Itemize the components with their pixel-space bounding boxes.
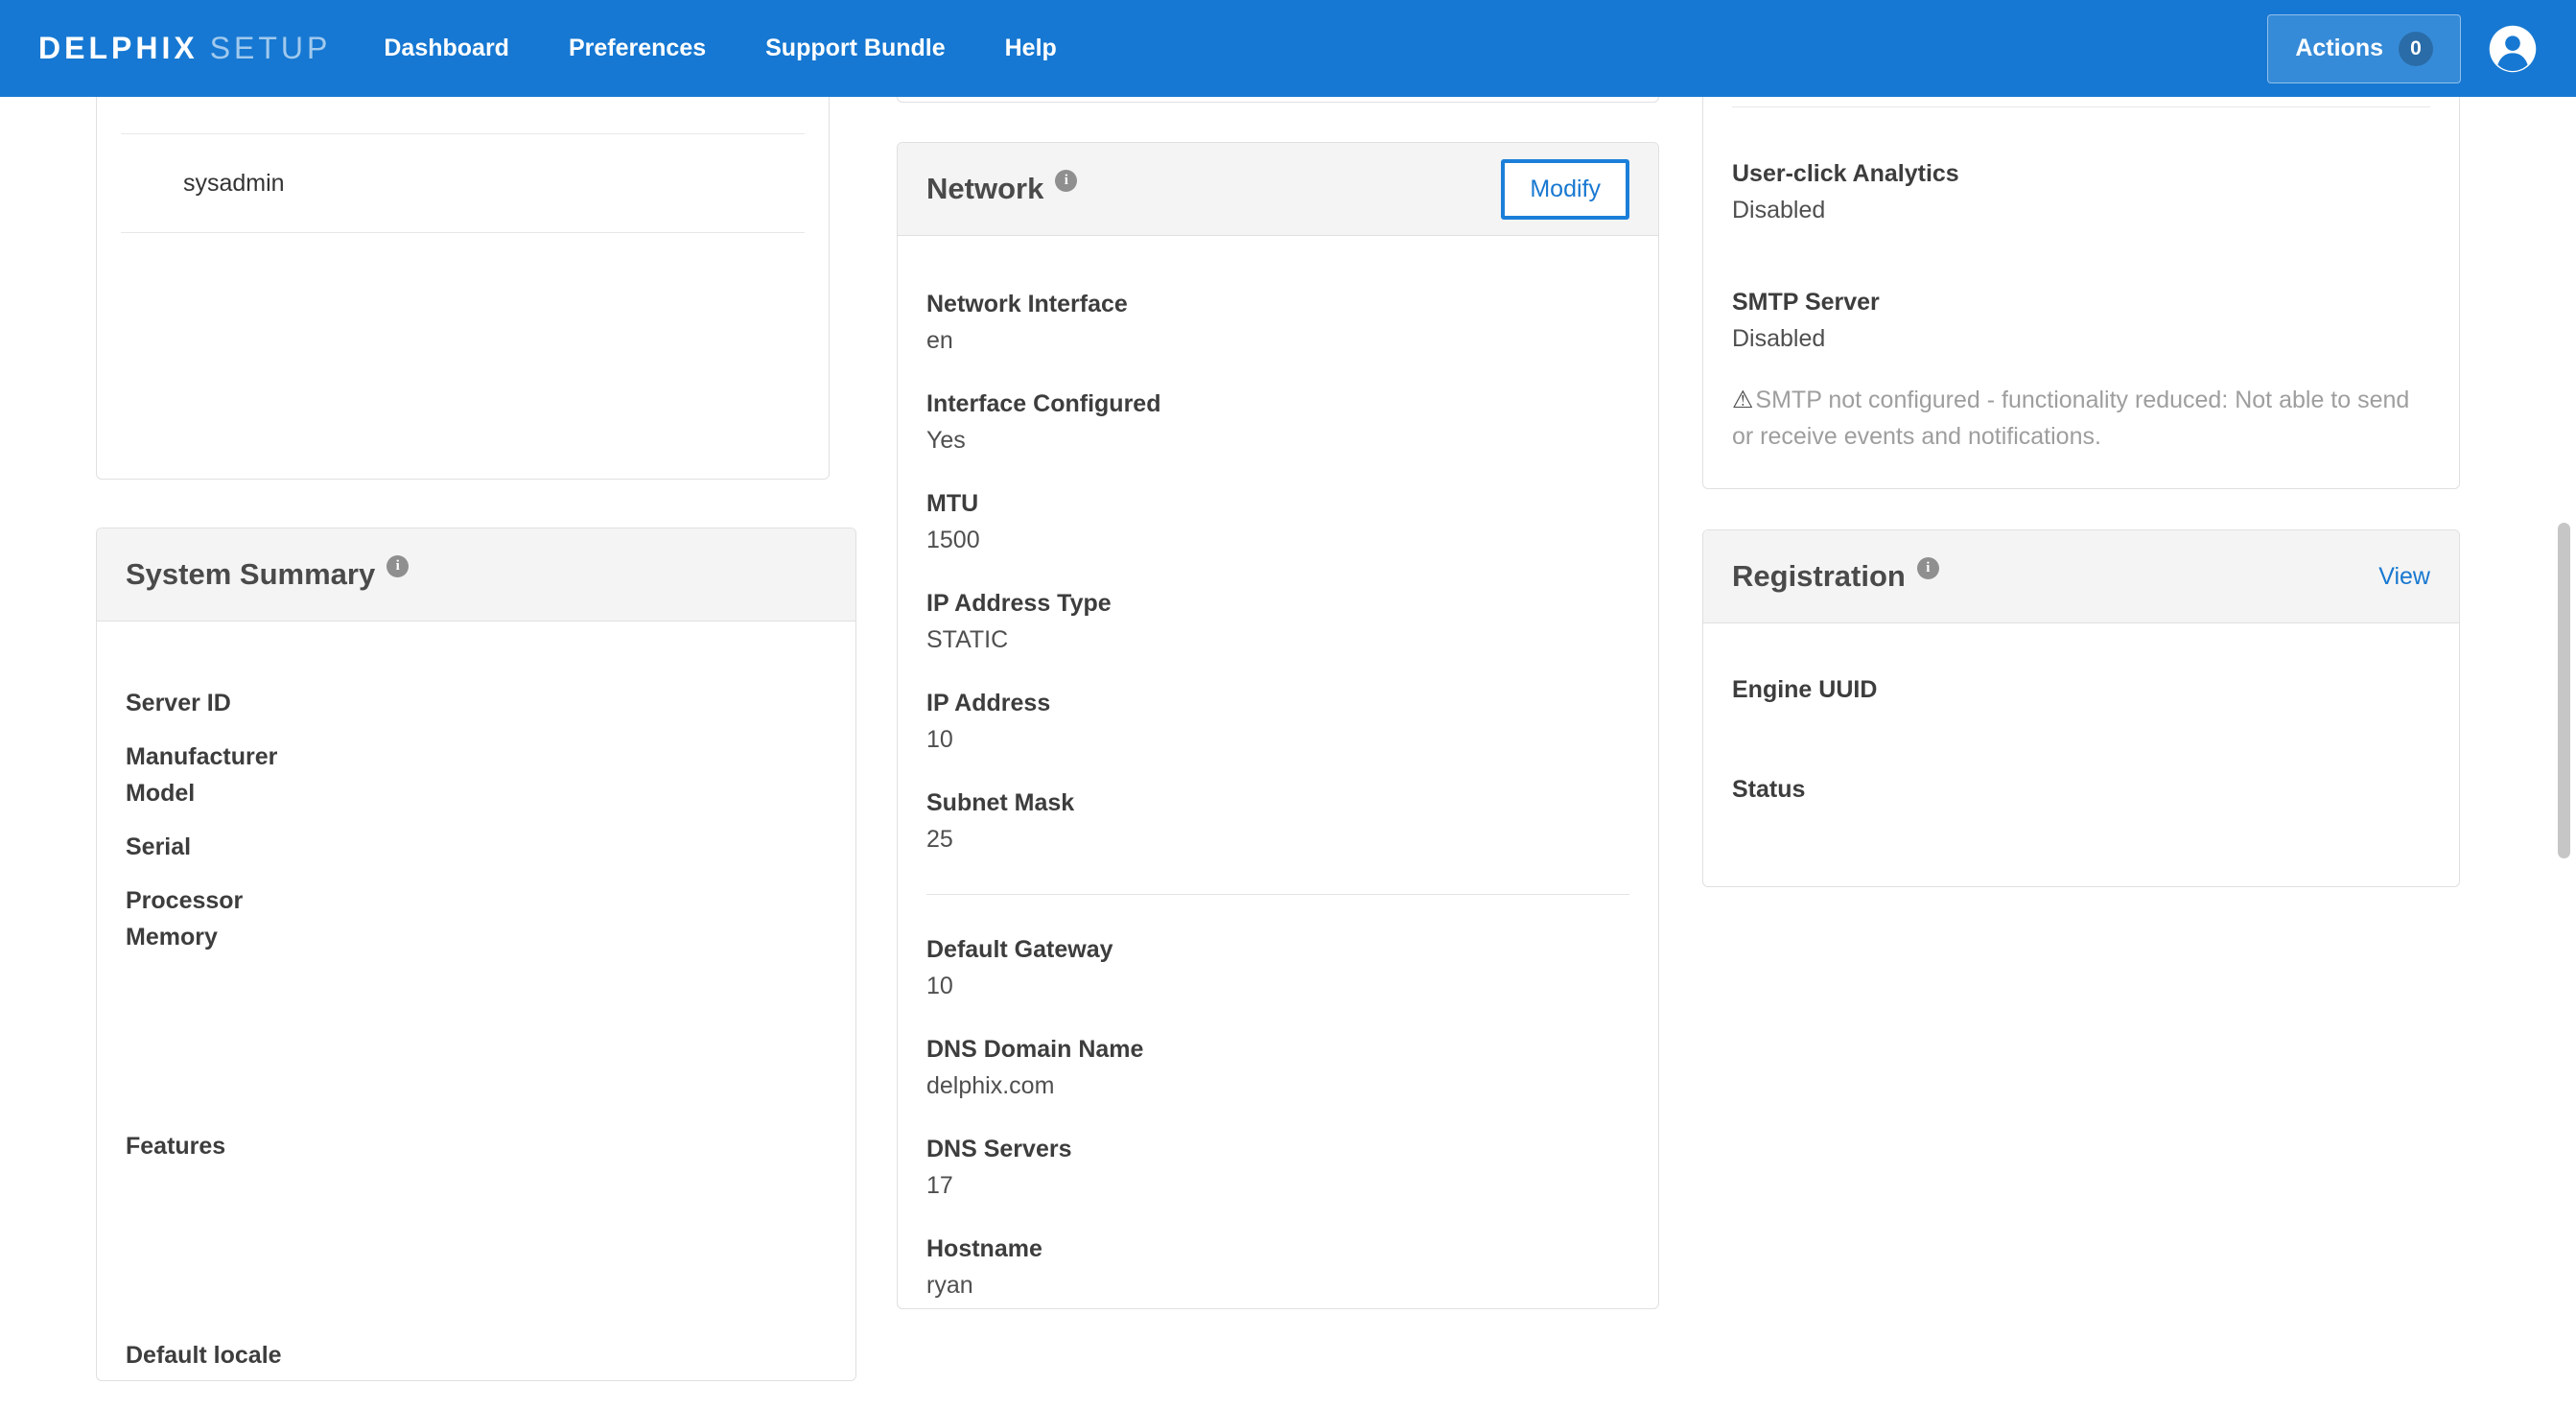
field-value: Yes xyxy=(926,422,1629,458)
field-label: Model xyxy=(126,775,827,811)
field-mtu: MTU 1500 xyxy=(926,485,1629,558)
system-summary-body: Server ID Manufacturer Model Serial Proc… xyxy=(97,622,855,1373)
network-card: Network i Modify Network Interface en In… xyxy=(897,142,1659,1309)
field-label: Interface Configured xyxy=(926,386,1629,422)
warning-icon: ⚠ xyxy=(1732,387,1753,413)
smtp-warning-message: SMTP not configured - functionality redu… xyxy=(1732,387,2409,450)
nav-item-support-bundle[interactable]: Support Bundle xyxy=(765,35,945,62)
network-title: Network i xyxy=(926,172,1077,206)
field-value: 10 xyxy=(926,968,1629,1004)
field-server-id: Server ID xyxy=(126,685,827,721)
nav-item-help[interactable]: Help xyxy=(1005,35,1057,62)
network-header: Network i Modify xyxy=(898,143,1658,236)
vertical-scrollbar[interactable] xyxy=(2558,523,2570,858)
smtp-warning-text: ⚠SMTP not configured - functionality red… xyxy=(1732,382,2430,455)
list-item-sysadmin[interactable]: sysadmin xyxy=(121,134,805,233)
field-interface-configured: Interface Configured Yes xyxy=(926,386,1629,458)
field-value: Disabled xyxy=(1732,192,2430,228)
field-label: Subnet Mask xyxy=(926,785,1629,821)
info-icon[interactable]: i xyxy=(1917,557,1939,579)
info-icon[interactable]: i xyxy=(1055,170,1077,192)
field-label: Server ID xyxy=(126,685,827,721)
field-label: Serial xyxy=(126,829,827,865)
brand-secondary: SETUP xyxy=(210,31,332,66)
field-label: Features xyxy=(126,1128,827,1164)
registration-card: Registration i View Engine UUID Status xyxy=(1702,529,2460,887)
field-serial: Serial xyxy=(126,829,827,865)
user-avatar-icon[interactable] xyxy=(2488,24,2538,74)
field-value: 17 xyxy=(926,1167,1629,1204)
field-label: IP Address xyxy=(926,685,1629,721)
field-label: Default locale xyxy=(126,1337,827,1373)
field-label: Network Interface xyxy=(926,286,1629,322)
actions-button-label: Actions xyxy=(2295,35,2383,62)
field-label: Manufacturer xyxy=(126,739,827,775)
field-value: en xyxy=(926,322,1629,359)
field-ip-address-type: IP Address Type STATIC xyxy=(926,585,1629,658)
modify-button[interactable]: Modify xyxy=(1501,159,1629,220)
field-value: 1500 xyxy=(926,522,1629,558)
nav-item-dashboard[interactable]: Dashboard xyxy=(384,35,509,62)
nav-item-preferences[interactable]: Preferences xyxy=(569,35,706,62)
field-label: User-click Analytics xyxy=(1732,155,2430,192)
system-summary-title-text: System Summary xyxy=(126,557,375,592)
field-default-locale: Default locale xyxy=(126,1337,827,1373)
system-summary-header: System Summary i xyxy=(97,528,855,622)
field-status: Status xyxy=(1732,771,2430,808)
page: DELPHIX SETUP Dashboard Preferences Supp… xyxy=(0,0,2576,1408)
info-icon[interactable]: i xyxy=(386,555,409,577)
field-default-gateway: Default Gateway 10 xyxy=(926,931,1629,1004)
field-value: Disabled xyxy=(1732,320,2430,357)
registration-title: Registration i xyxy=(1732,559,1939,594)
field-manufacturer: Manufacturer xyxy=(126,739,827,775)
field-ip-address: IP Address 10 xyxy=(926,685,1629,758)
field-memory: Memory xyxy=(126,919,827,955)
field-label: DNS Domain Name xyxy=(926,1031,1629,1068)
field-value: delphix.com xyxy=(926,1068,1629,1104)
navbar-right: Actions 0 xyxy=(2267,14,2538,83)
field-dns-servers: DNS Servers 17 xyxy=(926,1131,1629,1204)
field-label: MTU xyxy=(926,485,1629,522)
system-summary-card: System Summary i Server ID Manufacturer … xyxy=(96,528,856,1381)
field-value: 25 xyxy=(926,821,1629,857)
field-label: IP Address Type xyxy=(926,585,1629,622)
nav-menu: Dashboard Preferences Support Bundle Hel… xyxy=(384,35,1056,62)
field-label: Processor xyxy=(126,882,827,919)
divider xyxy=(926,894,1629,895)
field-label: Status xyxy=(1732,771,2430,808)
field-smtp-server: SMTP Server Disabled xyxy=(1732,284,2430,357)
actions-button[interactable]: Actions 0 xyxy=(2267,14,2461,83)
network-body: Network Interface en Interface Configure… xyxy=(898,236,1658,1303)
registration-header: Registration i View xyxy=(1703,530,2459,623)
field-value: STATIC xyxy=(926,622,1629,658)
brand-primary: DELPHIX xyxy=(38,31,199,66)
field-label: SMTP Server xyxy=(1732,284,2430,320)
brand-logo: DELPHIX SETUP xyxy=(38,31,331,66)
field-label: Engine UUID xyxy=(1732,671,2430,708)
registration-body: Engine UUID Status xyxy=(1703,623,2459,808)
system-summary-title: System Summary i xyxy=(126,557,409,592)
field-label: Memory xyxy=(126,919,827,955)
field-label: Default Gateway xyxy=(926,931,1629,968)
field-label: Hostname xyxy=(926,1231,1629,1267)
field-engine-uuid: Engine UUID xyxy=(1732,671,2430,708)
top-navbar: DELPHIX SETUP Dashboard Preferences Supp… xyxy=(0,0,2576,97)
field-hostname: Hostname ryan xyxy=(926,1231,1629,1303)
field-network-interface: Network Interface en xyxy=(926,286,1629,359)
registration-title-text: Registration xyxy=(1732,559,1906,594)
field-model: Model xyxy=(126,775,827,811)
field-user-click-analytics: User-click Analytics Disabled xyxy=(1732,155,2430,228)
field-processor: Processor xyxy=(126,882,827,919)
view-link[interactable]: View xyxy=(2378,563,2430,591)
field-value: 10 xyxy=(926,721,1629,758)
network-title-text: Network xyxy=(926,172,1043,206)
field-dns-domain-name: DNS Domain Name delphix.com xyxy=(926,1031,1629,1104)
actions-count-badge: 0 xyxy=(2399,32,2433,66)
field-value: ryan xyxy=(926,1267,1629,1303)
field-subnet-mask: Subnet Mask 25 xyxy=(926,785,1629,857)
field-label: DNS Servers xyxy=(926,1131,1629,1167)
field-features: Features xyxy=(126,1128,827,1164)
